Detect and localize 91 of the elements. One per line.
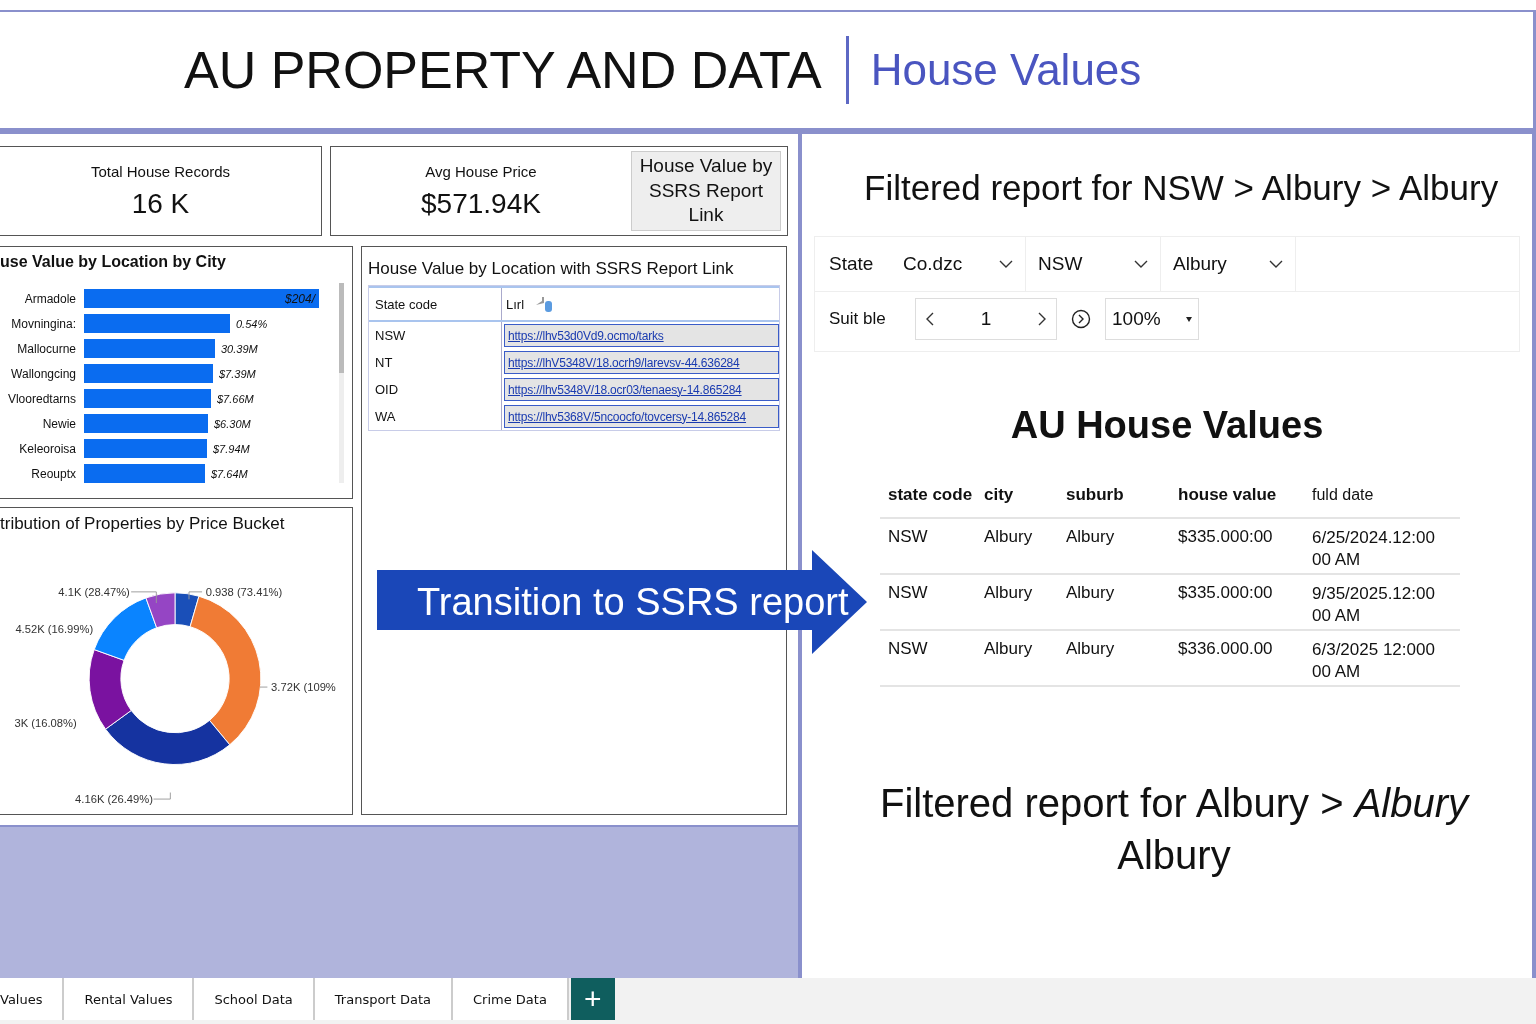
city-label: Vlooredtarns [6,391,76,406]
report-heading: Filtered report for NSW > Albury > Albury [864,168,1500,208]
kpi-label: Total House Records [90,162,231,180]
banner-text: Transition to SSRS report [417,580,849,624]
column-header: state code [887,485,974,505]
leader-line [259,686,268,688]
chevron-left-icon[interactable] [926,312,934,326]
pager-label: Suit ble [829,309,887,329]
table-cell-text: Albury [1066,583,1116,603]
filter-label: State [829,253,875,275]
table-cell-text: Albury [984,583,1034,603]
leader-line [153,792,171,800]
page-tab[interactable]: Values [0,978,65,1020]
filter-dropdown[interactable]: NSW [1026,237,1161,291]
table-cell-text: NSW [887,527,929,547]
chevron-down-icon [1134,260,1148,268]
table-cell-text: NSW [887,583,929,603]
column-header: State code [369,288,502,320]
chart-title: tribution of Properties by Price Bucket [0,513,286,534]
slice-label: 3.72K (109% [271,680,336,693]
scrollbar[interactable] [339,283,344,483]
value-label: $7.64M [211,467,248,480]
page-subtitle: House Values [870,45,1142,95]
page-tab[interactable]: School Data [194,978,315,1020]
table-cell-text: 6/3/2025 12:000 00 AM [1311,639,1436,684]
column-header: city [984,485,1015,505]
value-label: $7.94M [213,442,250,455]
page-tab[interactable]: Rental Values [64,978,195,1020]
leader-line [188,591,203,600]
page-field[interactable]: 1 [915,298,1057,340]
report-link-button[interactable]: House Value by SSRS Report Link [631,151,781,231]
city-label: Movningina: [10,316,76,331]
table-cell-text: Albury [984,639,1034,659]
city-label: Reouptx [30,466,76,481]
table-cell: WA [369,403,502,430]
dashboard-title: AU PROPERTY AND DATA [184,40,822,100]
report-link[interactable]: https://lhv5348V/18.ocr03/tenaesy-14.865284 [504,378,779,401]
city-label: Mallocurne [16,341,76,356]
page-tab[interactable]: Crime Data [453,978,569,1020]
value-label: $7.66M [217,392,254,405]
page-tab[interactable]: Transport Data [314,978,453,1020]
table-cell-text: Albury [1066,527,1116,547]
table-cell: NT [369,349,502,376]
caret-icon [1186,316,1192,322]
leader-line [130,591,157,604]
filter-dropdown[interactable]: Albury [1161,237,1296,291]
city-label: Keleoroisa [18,441,76,456]
table-cell-text: $336.000.00 [1178,639,1274,659]
report-link[interactable]: https://lhV5348V/18.ocrh9/larevsv-44.636284 [504,351,779,374]
column-header: Lırl [506,296,525,312]
table-cell-text: Albury [1066,639,1116,659]
kpi-label: Avg House Price [425,162,537,180]
kpi-value: $571.94K [421,187,541,220]
slice-label: 4.16K (26.49%) [75,792,153,805]
table-cell: OID [369,376,502,403]
city-label: Wallongcing [10,366,76,381]
add-page-button[interactable]: + [570,978,615,1020]
value-label: 30.39M [221,342,258,355]
table-title: House Value by Location with SSRS Report Link [368,258,735,279]
table-cell-text: $335.000:00 [1178,583,1274,603]
city-label: Newie [41,416,76,431]
value-label: $7.39M [219,367,256,380]
kpi-value: 16 K [131,187,190,220]
slice-label: 4.52K (16.99%) [15,622,94,635]
go-icon[interactable] [1071,309,1091,329]
column-header: house value [1178,485,1278,505]
slice-label: 3K (16.08%) [14,717,77,730]
zoom-dropdown[interactable]: 100% [1105,298,1199,340]
report-footer-text: Filtered report for Albury > Albury Albury [878,780,1471,879]
column-header: fuld date [1311,485,1375,505]
value-label: 0.54% [236,317,268,330]
value-label: $204/ [284,291,317,306]
slice-label: 0.938 (73.41%) [205,585,283,598]
city-label: Armadole [23,291,76,306]
chevron-right-icon[interactable] [1038,312,1046,326]
value-label: $6.30M [214,417,251,430]
filter-dropdown[interactable]: Co.dzc [891,237,1026,291]
chevron-down-icon [1269,260,1283,268]
report-title: AU House Values [1009,404,1325,447]
table-cell-text: NSW [887,639,929,659]
table-cell: NSW [369,322,502,349]
table-cell-text: 6/25/2024.12:00 00 AM [1311,527,1436,572]
table-cell-text: Albury [984,527,1034,547]
report-link[interactable]: https://lhv5368V/5ncoocfo/tovcersy-14.865284 [504,405,779,428]
chevron-down-icon [999,260,1013,268]
table-cell-text: $335.000:00 [1178,527,1274,547]
column-header: suburb [1066,485,1125,505]
chart-title: use Value by Location by City [0,252,227,271]
report-link[interactable]: https://lhv53d0Vd9.ocmo/tarks [504,324,779,347]
table-cell-text: 9/35/2025.12:00 00 AM [1311,583,1436,628]
slice-label: 4.1K (28.47%) [58,585,130,598]
